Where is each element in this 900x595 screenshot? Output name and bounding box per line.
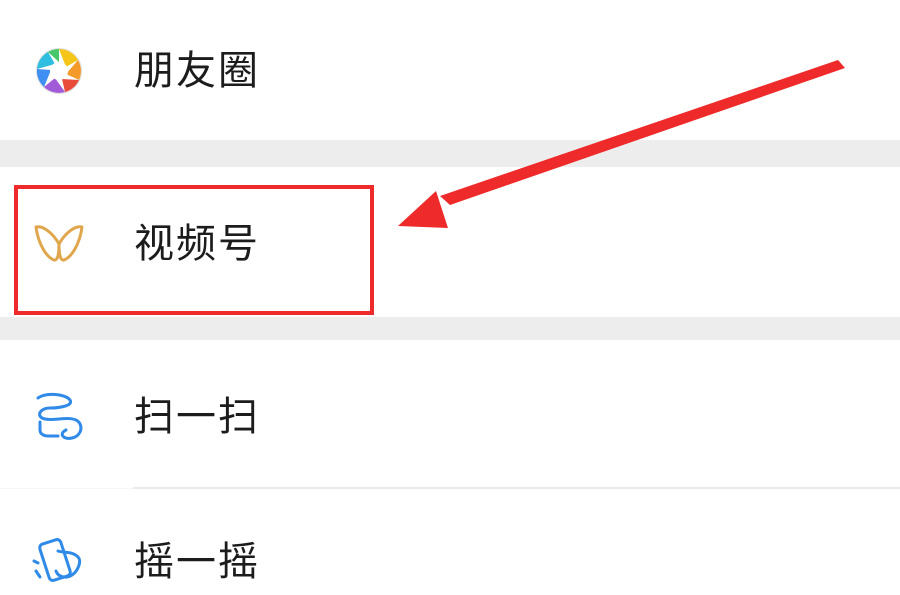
menu-item-label: 摇一摇 — [134, 539, 260, 585]
moments-icon — [36, 48, 82, 94]
menu-item-scan[interactable]: 扫一扫 — [0, 340, 900, 488]
menu-item-moments[interactable]: 朋友圈 — [0, 0, 900, 140]
scan-icon — [36, 392, 83, 440]
section-separator — [0, 317, 900, 340]
menu-item-label: 扫一扫 — [134, 394, 260, 440]
channels-icon — [34, 225, 84, 262]
shake-icon — [32, 538, 82, 582]
menu-item-channels[interactable]: 视频号 — [0, 167, 900, 317]
menu-item-shake[interactable]: 摇一摇 — [0, 489, 900, 595]
menu-item-label: 视频号 — [134, 221, 260, 267]
discover-menu-screen: 朋友圈 视频号 扫一扫 摇一摇 — [0, 0, 900, 595]
section-separator — [0, 140, 900, 167]
menu-item-label: 朋友圈 — [134, 48, 260, 94]
